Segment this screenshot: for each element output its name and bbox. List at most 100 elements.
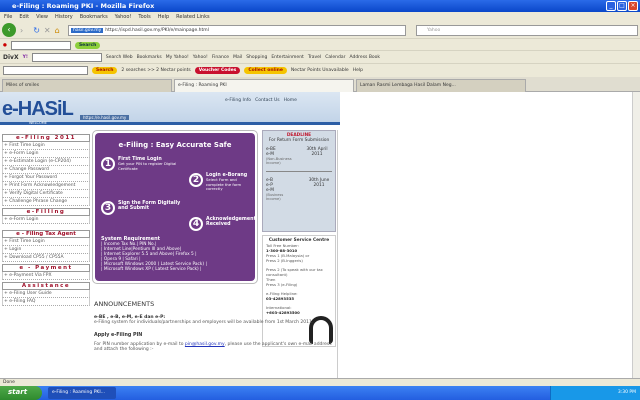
minimize-button[interactable]: _ [606,1,616,11]
shopping-button[interactable]: Shopping [246,55,267,60]
sidebar-item[interactable]: + e-Payment Via FPX [2,272,90,280]
search-web-button[interactable]: Search Web [106,55,133,60]
window-title: e-Filing : Roaming PKI - Mozilla Firefox [12,2,155,10]
sidebar-item[interactable]: + Download CP55 / CP55A [2,254,90,262]
step-3: 3 Sign the Form Digitally and Submit [101,201,181,215]
tab-strip: Miles of smiles e-Filing : Roaming PKI L… [0,77,640,92]
nectar-points-status: Nectar Points Unavailable [290,68,349,73]
step-number: 4 [189,217,203,231]
title-bar: e-Filing : Roaming PKI - Mozilla Firefox [0,0,640,12]
url-bar[interactable]: hasil.gov.my https://ispd.hasil.gov.my/PK… [68,25,406,36]
sidebar-item[interactable]: + Login [2,246,90,254]
sidebar-item[interactable]: + Print Form Acknowledgement [2,182,90,190]
menu-file[interactable]: File [4,14,12,20]
toolbar-input[interactable] [10,40,71,50]
window-controls: _ □ × [606,1,638,11]
maximize-button[interactable]: □ [617,1,627,11]
page-content: e-HASiL https://e.hasil.gov.my e-Filing … [0,92,632,378]
home-link[interactable]: Home [284,98,297,103]
taskbar: start e-Filing : Roaming PKI... 3:30 PM [0,386,640,400]
nectar-search-button[interactable]: Search [92,67,118,74]
voucher-codes-button[interactable]: Voucher Codes [194,67,241,74]
menu-history[interactable]: History [55,14,73,20]
site-identity[interactable]: hasil.gov.my [71,28,104,33]
mail-button[interactable]: Mail [233,55,242,60]
start-button[interactable]: start [0,386,42,400]
sidebar-header: Assistance [2,282,90,290]
calendar-button[interactable]: Calendar [325,55,345,60]
toolbar-search-button[interactable]: Search [74,41,101,49]
ehasil-logo[interactable]: e-HASiL [2,98,74,121]
menu-tools[interactable]: Tools [138,14,150,20]
home-icon[interactable]: ⌂ [55,26,60,35]
tab-laman-rasmi[interactable]: Laman Rasmi Lembaga Hasil Dalam Neg... [356,79,526,92]
forward-button[interactable]: › [20,26,23,35]
sidebar-item[interactable]: + e-Estimate Login (e-CP204) [2,158,90,166]
sidebar-item[interactable]: + e-Filing FAQ [2,298,90,306]
sidebar-item[interactable]: + First Time Login [2,142,90,150]
step-title: Acknowledgement Received [206,217,256,227]
sidebar-header: e - Filing Tax Agent [2,230,90,238]
status-text: Done [3,380,15,385]
help-button[interactable]: Help [353,68,363,73]
close-button[interactable]: × [628,1,638,11]
menu-yahoo[interactable]: Yahoo! [115,14,132,20]
column-divider [337,130,338,378]
sidebar-item[interactable]: + e-Form Login [2,150,90,158]
e-filing-info-link[interactable]: e-Filing Info [225,98,251,103]
deadline-date: 30th June 2011 [308,178,330,188]
menu-related-links[interactable]: Related Links [176,14,209,20]
sidebar-item[interactable]: + e-Filing User Guide [2,290,90,298]
sidebar-item[interactable]: + Verify Digital Certificate [2,190,90,198]
announcement-text: For PIN number application by e-mail to … [94,342,334,352]
sidebar-item[interactable]: + e-Form Login [2,216,90,224]
deadline-subtitle: For Return Form Submission [268,138,330,143]
taskbar-firefox[interactable]: e-Filing : Roaming PKI... [48,387,116,399]
announcement-heading: Apply e-Filing PIN [94,333,143,338]
pin-email-link[interactable]: pin@hasil.gov.my [185,342,225,347]
step-number: 1 [101,157,115,171]
menu-edit[interactable]: Edit [19,14,29,20]
tab-miles-of-smiles[interactable]: Miles of smiles [2,79,172,92]
sidebar-item[interactable]: + Change Password [2,166,90,174]
travel-button[interactable]: Travel [308,55,321,60]
deadline-box: DEADLINE For Return Form Submission e-BE… [262,130,336,232]
announcement-text: e-Filing system for individuals/partners… [94,320,314,325]
stop-icon[interactable]: ✕ [44,26,51,35]
divx-logo: DivX [3,53,19,61]
finance-button[interactable]: Finance [212,55,229,60]
bookmarks-button[interactable]: Bookmarks [137,55,162,60]
yahoo-search-input[interactable] [31,52,102,62]
menu-help[interactable]: Help [158,14,169,20]
deadline-date: 30th April 2011 [306,147,328,157]
tab-label: Laman Rasmi Lembaga Hasil Dalam Neg... [360,83,456,88]
yahoo-button[interactable]: Yahoo! [193,55,208,60]
announcements: ANNOUNCEMENTS e-BE , e-B, e-M, e-E dan e… [94,301,334,352]
reload-icon[interactable]: ↻ [33,26,40,35]
cs-line: 03-42893535 [266,296,294,301]
site-banner: e-HASiL https://e.hasil.gov.my e-Filing … [0,92,340,125]
vertical-scrollbar[interactable] [632,92,640,378]
menu-bookmarks[interactable]: Bookmarks [80,14,108,20]
search-box[interactable]: Yahoo [416,25,638,36]
entertainment-button[interactable]: Entertainment [271,55,303,60]
step-title: Sign the Form Digitally and Submit [118,201,181,211]
nectar-input[interactable] [3,66,88,75]
menu-view[interactable]: View [36,14,48,20]
sidebar-item[interactable]: + Challenge Phrase Change [2,198,90,206]
status-bar: Done [0,378,640,386]
clock[interactable]: 3:30 PM [618,390,636,395]
sidebar-item[interactable]: + First Time Login [2,238,90,246]
yahoo-icon[interactable]: Y! [23,55,28,60]
address-book-button[interactable]: Address Book [349,55,380,60]
sidebar-item[interactable]: + Forgot Your Password [2,174,90,182]
contact-us-link[interactable]: Contact Us [255,98,280,103]
collect-online-button[interactable]: Collect online [244,67,287,74]
my-yahoo-button[interactable]: My Yahoo! [166,55,189,60]
banner-url: https://e.hasil.gov.my [80,115,130,120]
ladybug-icon[interactable]: ● [3,43,7,48]
back-button[interactable]: ‹ [2,23,16,37]
tab-e-filing[interactable]: e-Filing : Roaming PKI [174,79,354,92]
menu-bar: File Edit View History Bookmarks Yahoo! Tools H… [0,12,640,22]
step-number: 3 [101,201,115,215]
